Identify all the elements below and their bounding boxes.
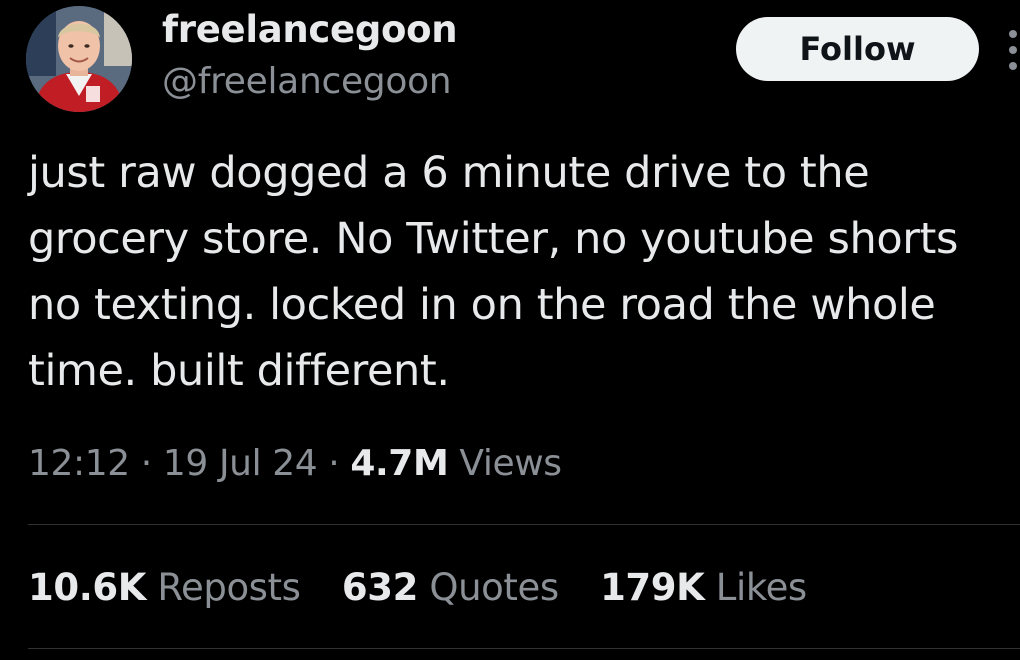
engagement-stats: 10.6K Reposts 632 Quotes 179K Likes bbox=[28, 566, 837, 609]
tweet-date[interactable]: 19 Jul 24 bbox=[163, 443, 318, 484]
tweet-text-line: just raw dogged a 6 minute drive to the bbox=[28, 148, 870, 198]
likes-count: 179K bbox=[600, 566, 705, 609]
reposts-count: 10.6K bbox=[28, 566, 146, 609]
quotes-label: Quotes bbox=[429, 566, 559, 609]
divider bbox=[28, 524, 1020, 525]
quotes-count: 632 bbox=[341, 566, 418, 609]
user-avatar-photo bbox=[26, 6, 132, 112]
author-display-name[interactable]: freelancegoon bbox=[162, 8, 458, 51]
tweet-time[interactable]: 12:12 bbox=[28, 443, 130, 484]
divider bbox=[28, 648, 1020, 649]
views-count[interactable]: 4.7M bbox=[350, 443, 448, 484]
reposts-stat[interactable]: 10.6K Reposts bbox=[28, 566, 301, 609]
quotes-stat[interactable]: 632 Quotes bbox=[342, 566, 559, 609]
likes-label: Likes bbox=[715, 566, 807, 609]
follow-button[interactable]: Follow bbox=[736, 17, 979, 81]
likes-stat[interactable]: 179K Likes bbox=[600, 566, 807, 609]
views-label: Views bbox=[459, 443, 562, 484]
meta-separator: · bbox=[328, 443, 340, 484]
tweet-text-line: time. built different. bbox=[28, 346, 450, 396]
tweet-text-line: no texting. locked in on the road the wh… bbox=[28, 280, 936, 330]
more-options-icon[interactable] bbox=[1005, 28, 1017, 72]
tweet-meta: 12:12 · 19 Jul 24 · 4.7M Views bbox=[28, 443, 562, 484]
reposts-label: Reposts bbox=[157, 566, 301, 609]
tweet-text: just raw dogged a 6 minute drive to the … bbox=[28, 140, 1020, 404]
tweet-text-line: grocery store. No Twitter, no youtube sh… bbox=[28, 214, 958, 264]
meta-separator: · bbox=[140, 443, 152, 484]
author-handle[interactable]: @freelancegoon bbox=[162, 61, 452, 102]
avatar[interactable] bbox=[26, 6, 132, 112]
